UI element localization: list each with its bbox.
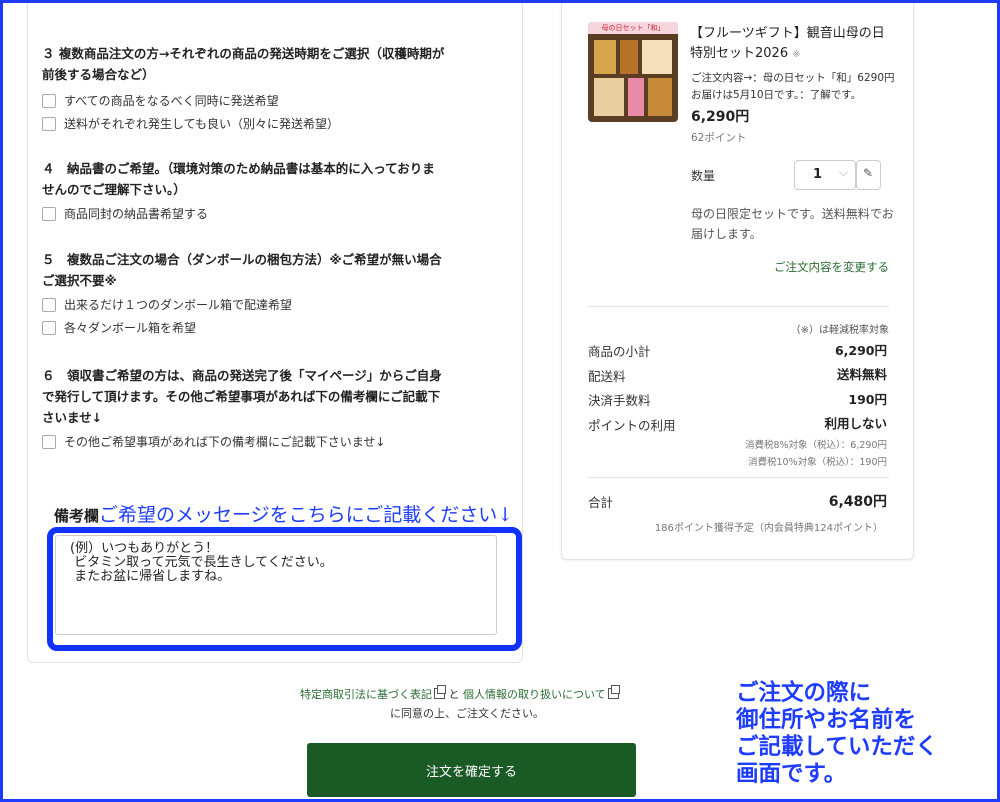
tax-8-line: 消費税8%対象（税込）：6,290円 [744, 440, 887, 451]
option-invoice-enclosed[interactable]: 商品同封の納品書希望する [42, 202, 472, 225]
option-single-box[interactable]: 出来るだけ１つのダンボール箱で配達希望 [42, 293, 472, 316]
product-price: 6,290円 [691, 109, 750, 125]
external-link-icon [607, 685, 620, 699]
option-separate-boxes[interactable]: 各々ダンボール箱を希望 [42, 316, 472, 339]
checkbox[interactable] [42, 297, 56, 312]
chevron-down-icon: ⌵ [839, 165, 849, 179]
total-value: 6,480円 [828, 494, 887, 510]
checkbox[interactable] [42, 93, 56, 108]
section-title: ４ 納品書のご希望。（環境対策のため納品書は基本的に入っておりま せんのでご理解… [42, 161, 435, 197]
remarks-annotation: ご希望のメッセージをこちらにご記載ください↓ [99, 504, 514, 526]
section-invoice: ４ 納品書のご希望。（環境対策のため納品書は基本的に入っておりま せんのでご理解… [42, 158, 472, 225]
agreement-text: に同意の上、ご注文ください。 [390, 707, 544, 720]
checkbox[interactable] [42, 434, 56, 449]
divider [587, 306, 889, 307]
tax-10-line: 消費税10%対象（税込）：190円 [748, 457, 887, 468]
checkbox[interactable] [42, 206, 56, 221]
product-name[interactable]: 【フルーツギフト】観音山母の日 特別セット2026 ※ [690, 24, 885, 65]
subtotal-label: 商品の小計 [588, 344, 651, 359]
points-usage-label: ポイントの利用 [588, 418, 676, 433]
shipping-value: 送料無料 [836, 367, 887, 382]
remarks-heading: 備考欄ご希望のメッセージをこちらにご記載ください↓ [54, 500, 513, 527]
remarks-label: 備考欄 [54, 507, 100, 525]
product-note: 母の日限定セットです。送料無料でお 届けします。 [691, 207, 894, 241]
confirm-order-button[interactable]: 注文を確定する [307, 743, 636, 797]
section-title: ５ 複数品ご注文の場合（ダンボールの梱包方法）※ご希望が無い場合 ご選択不要※ [42, 252, 442, 288]
remarks-textarea[interactable]: (例）いつもありがとう！ ビタミン取って元気で長生きしてください。 またお盆に帰… [55, 535, 497, 635]
option-other-requests[interactable]: その他ご希望事項があれば下の備考欄にご記載下さいませ↓ [42, 430, 472, 453]
product-points: 62ポイント [691, 132, 747, 144]
privacy-policy-link[interactable]: 個人情報の取り扱いについて [463, 685, 620, 701]
product-options: ご注文内容→：母の日セット「和」6290円 お届けは5月10日です。：了解です。 [691, 72, 895, 101]
section-title: ３ 複数商品注文の方→それぞれの商品の発送時期をご選択（収穫時期が 前後する場合… [42, 46, 445, 82]
option-ship-separately[interactable]: 送料がそれぞれ発生しても良い（別々に発送希望） [42, 112, 472, 135]
product-thumbnail: 母の日セット「和」 [588, 22, 678, 122]
change-order-link[interactable]: ご注文内容を変更する [774, 259, 889, 275]
tax-note: （※）は軽減税率対象 [790, 325, 889, 336]
option-ship-together[interactable]: すべての商品をなるべく同時に発送希望 [42, 89, 472, 112]
checkbox[interactable] [42, 320, 56, 335]
commerce-law-link[interactable]: 特定商取引法に基づく表記 [300, 685, 446, 701]
agreement-links: 特定商取引法に基づく表記 と 個人情報の取り扱いについて [300, 685, 620, 702]
divider [587, 477, 889, 478]
section-receipt: ６ 領収書ご希望の方は、商品の発送完了後「マイページ」からご自身 で発行して頂け… [42, 365, 472, 453]
quantity-label: 数量 [691, 169, 716, 183]
external-link-icon [434, 685, 446, 699]
section-title: ６ 領収書ご希望の方は、商品の発送完了後「マイページ」からご自身 で発行して頂け… [42, 368, 442, 425]
checkbox[interactable] [42, 116, 56, 131]
points-earn-note: 186ポイント獲得予定（内会員特典124ポイント） [654, 523, 883, 534]
pencil-icon: ✎ [863, 166, 874, 180]
quantity-select[interactable]: 1 ⌵ [794, 160, 856, 190]
annotation-callout: ご注文の際に 御住所やお名前を ご記載していただく 画面です。 [736, 680, 938, 787]
section-shipping-timing: ３ 複数商品注文の方→それぞれの商品の発送時期をご選択（収穫時期が 前後する場合… [42, 43, 472, 135]
payment-fee-label: 決済手数料 [588, 393, 651, 408]
subtotal-value: 6,290円 [834, 343, 887, 358]
points-usage-value: 利用しない [824, 416, 887, 431]
shipping-label: 配送料 [588, 369, 626, 384]
total-label: 合計 [588, 495, 614, 510]
payment-fee-value: 190円 [848, 392, 887, 407]
section-packing: ５ 複数品ご注文の場合（ダンボールの梱包方法）※ご希望が無い場合 ご選択不要※ … [42, 249, 472, 339]
edit-quantity-button[interactable]: ✎ [856, 160, 881, 190]
